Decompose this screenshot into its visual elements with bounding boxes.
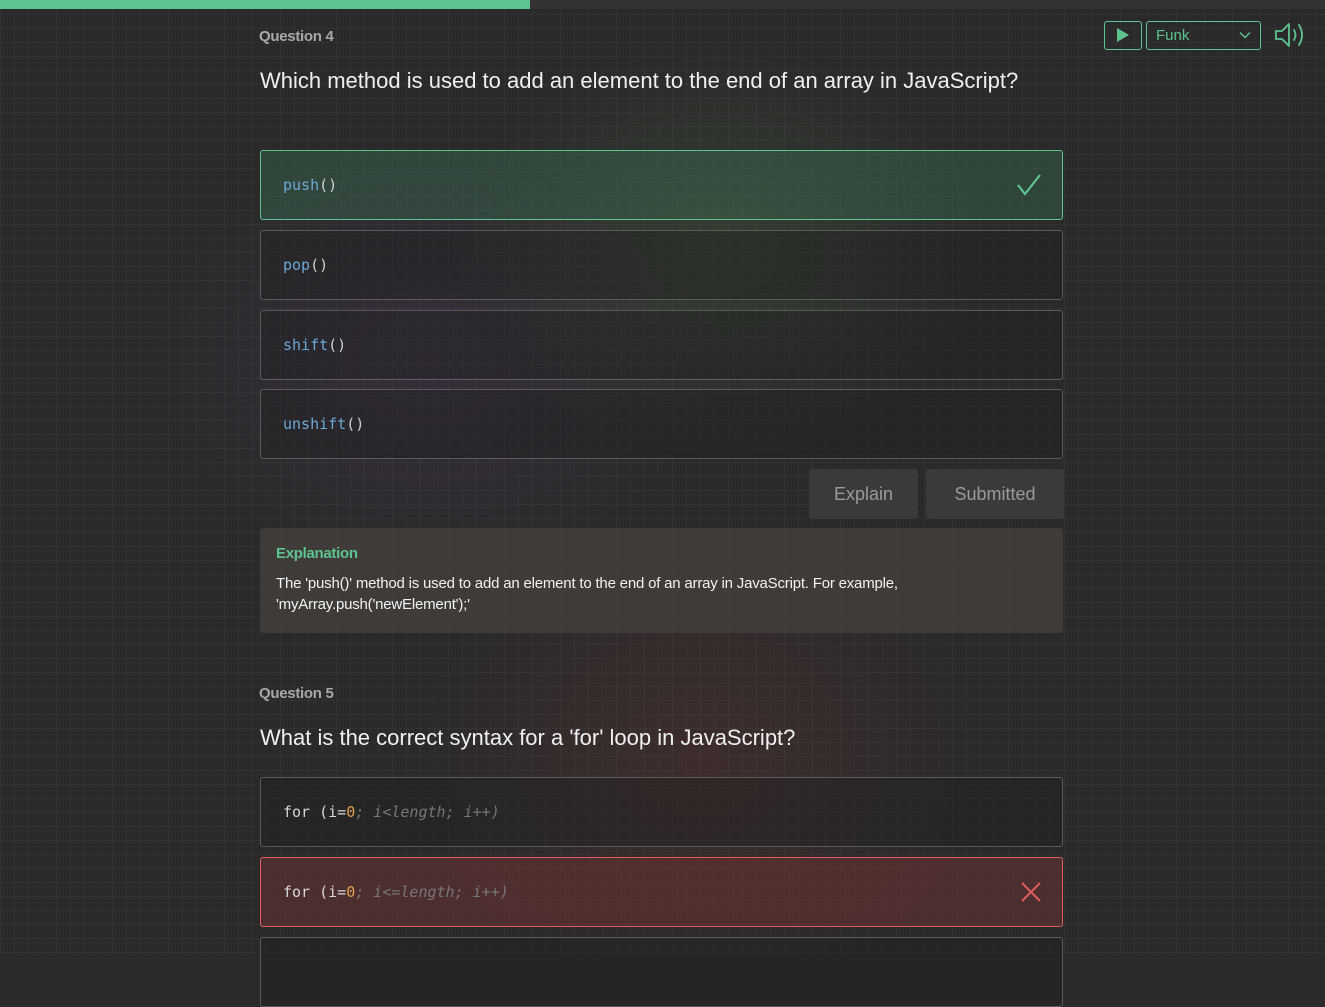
explanation-text: The 'push()' method is used to add an el… bbox=[276, 575, 898, 613]
music-select-value: Funk bbox=[1156, 26, 1190, 44]
chevron-down-icon bbox=[1239, 32, 1251, 39]
code-keyword: for bbox=[283, 803, 311, 821]
music-select[interactable]: Funk bbox=[1146, 20, 1261, 50]
explanation-panel: Explanation The 'push()' method is used … bbox=[260, 528, 1063, 633]
volume-button[interactable] bbox=[1271, 19, 1311, 51]
answer-option[interactable]: push() bbox=[260, 150, 1063, 220]
option-code: for (i=0; i<=length; i++) bbox=[283, 883, 509, 901]
question-label: Question 5 bbox=[259, 685, 334, 702]
code-rest: ; i<=length; i++) bbox=[355, 883, 509, 901]
answer-option[interactable]: for (i=0; i<length; i++) bbox=[260, 777, 1063, 847]
answer-option[interactable] bbox=[260, 937, 1063, 1007]
code-init: (i= bbox=[310, 803, 347, 821]
check-icon bbox=[1017, 174, 1041, 196]
code-paren: () bbox=[310, 256, 329, 274]
option-code: for (i=0; i<length; i++) bbox=[283, 803, 500, 821]
code-function: shift bbox=[283, 336, 329, 354]
code-init: (i= bbox=[310, 883, 347, 901]
code-function: pop bbox=[283, 256, 311, 274]
code-paren: () bbox=[328, 336, 347, 354]
question-text: Which method is used to add an element t… bbox=[260, 68, 1019, 93]
play-icon bbox=[1117, 28, 1129, 42]
answer-option[interactable]: shift() bbox=[260, 310, 1063, 380]
question-text: What is the correct syntax for a 'for' l… bbox=[260, 725, 796, 750]
cross-icon bbox=[1021, 882, 1041, 902]
play-button[interactable] bbox=[1104, 20, 1142, 50]
option-code: shift() bbox=[283, 336, 346, 354]
code-paren: () bbox=[346, 415, 365, 433]
submitted-button[interactable]: Submitted bbox=[926, 469, 1064, 519]
question-label: Question 4 bbox=[259, 28, 334, 45]
option-code: push() bbox=[283, 176, 337, 194]
option-code: pop() bbox=[283, 256, 328, 274]
code-function: push bbox=[283, 176, 320, 194]
code-number: 0 bbox=[346, 883, 356, 901]
answer-option[interactable]: unshift() bbox=[260, 389, 1063, 459]
code-rest: ; i<length; i++) bbox=[355, 803, 500, 821]
code-keyword: for bbox=[283, 883, 311, 901]
progress-bar bbox=[0, 0, 1325, 9]
explain-button[interactable]: Explain bbox=[809, 469, 918, 519]
progress-bar-fill bbox=[0, 0, 530, 9]
answer-option[interactable]: pop() bbox=[260, 230, 1063, 300]
audio-toolbar: Funk bbox=[1104, 19, 1311, 51]
volume-icon bbox=[1275, 23, 1303, 47]
code-number: 0 bbox=[346, 803, 356, 821]
explanation-title: Explanation bbox=[276, 545, 358, 562]
answer-option[interactable]: for (i=0; i<=length; i++) bbox=[260, 857, 1063, 927]
code-function: unshift bbox=[283, 415, 347, 433]
code-paren: () bbox=[319, 176, 338, 194]
option-code: unshift() bbox=[283, 415, 364, 433]
